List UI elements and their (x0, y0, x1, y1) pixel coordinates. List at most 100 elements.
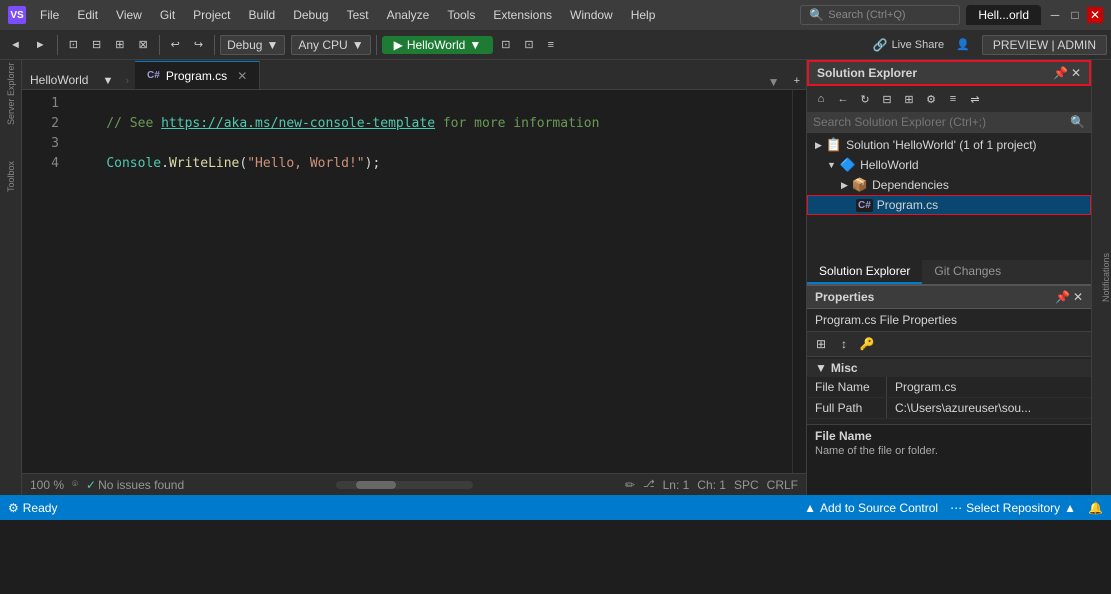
nav-back-button[interactable]: ◄ (4, 37, 27, 53)
live-share-button[interactable]: 🔗 Live Share (873, 38, 945, 52)
prop-key-btn[interactable]: 🔑 (857, 334, 877, 354)
notifications-bar: Notifications (1091, 60, 1111, 495)
notifications-bell-button[interactable]: 🔔 (1088, 501, 1103, 515)
se-close-icon[interactable]: ✕ (1071, 66, 1081, 80)
menu-file[interactable]: File (32, 6, 67, 24)
toolbar-icon-4[interactable]: ⊠ (132, 36, 153, 53)
server-explorer-icon[interactable]: Server Explorer (1, 84, 21, 104)
toolbar-icon-3[interactable]: ⊞ (109, 36, 130, 53)
prop-sort-btn[interactable]: ↕ (834, 334, 854, 354)
toolbar-icon-7[interactable]: ≡ (542, 37, 560, 53)
tree-dependencies[interactable]: ▶ 📦 Dependencies (807, 175, 1091, 195)
tab-git-changes[interactable]: Git Changes (922, 260, 1013, 284)
menu-test[interactable]: Test (339, 6, 377, 24)
menu-analyze[interactable]: Analyze (379, 6, 438, 24)
toolbar-icon-5[interactable]: ⊡ (495, 36, 516, 53)
add-source-control-button[interactable]: ▲ Add to Source Control (804, 501, 938, 515)
menu-project[interactable]: Project (185, 6, 238, 24)
redo-button[interactable]: ↪ (188, 36, 209, 53)
run-button[interactable]: ▶ HelloWorld ▼ (382, 36, 494, 54)
menu-debug[interactable]: Debug (285, 6, 336, 24)
menu-git[interactable]: Git (152, 6, 183, 24)
tree-solution[interactable]: ▶ 📋 Solution 'HelloWorld' (1 of 1 projec… (807, 135, 1091, 155)
toolbar-sep-3 (214, 35, 215, 55)
prop-section-arrow: ▼ (815, 361, 827, 375)
new-tab-button[interactable]: + (788, 73, 806, 89)
config-dropdown[interactable]: Debug ▼ (220, 35, 285, 55)
pencil-icon: ✏ (625, 478, 635, 492)
minimize-button[interactable]: ─ (1047, 7, 1063, 23)
se-search-bar[interactable]: 🔍 (807, 112, 1091, 133)
menu-tools[interactable]: Tools (439, 6, 483, 24)
menu-build[interactable]: Build (241, 6, 284, 24)
se-header-icons: 📌 ✕ (1053, 66, 1081, 80)
platform-dropdown[interactable]: Any CPU ▼ (291, 35, 370, 55)
undo-button[interactable]: ↩ (165, 36, 186, 53)
toolbar-icon-6[interactable]: ⊡ (518, 36, 539, 53)
live-share-label: Live Share (892, 39, 945, 51)
prop-header-icons: 📌 ✕ (1055, 290, 1083, 304)
file-tab-program-cs[interactable]: C# Program.cs ✕ (135, 61, 260, 89)
se-back-btn[interactable]: ← (833, 89, 853, 109)
search-icon: 🔍 (809, 8, 824, 22)
prop-pin-icon[interactable]: 📌 (1055, 290, 1070, 304)
se-filter-btn[interactable]: ⊞ (899, 89, 919, 109)
se-collapse-btn[interactable]: ⊟ (877, 89, 897, 109)
se-sync-btn[interactable]: ⇌ (965, 89, 985, 109)
prop-footer-label: File Name (815, 429, 1083, 443)
project-icon: 🔷 (840, 157, 856, 173)
preview-admin-button[interactable]: PREVIEW | ADMIN (982, 35, 1107, 55)
prop-grid-btn[interactable]: ⊞ (811, 334, 831, 354)
se-header: Solution Explorer 📌 ✕ (807, 60, 1091, 86)
global-search-box[interactable]: 🔍 Search (Ctrl+Q) (800, 5, 960, 25)
menu-edit[interactable]: Edit (69, 6, 106, 24)
se-search-input[interactable] (813, 115, 1066, 129)
se-tree[interactable]: ▶ 📋 Solution 'HelloWorld' (1 of 1 projec… (807, 133, 1091, 260)
editor-scrollbar[interactable] (792, 90, 806, 473)
toolbar-sep-1 (57, 35, 58, 55)
line-num-3: 3 (26, 134, 59, 154)
account-button[interactable]: 👤 (950, 36, 976, 53)
code-line-1-link[interactable]: https://aka.ms/new-console-template (161, 116, 435, 131)
nav-fwd-button[interactable]: ► (29, 37, 52, 53)
project-label: HelloWorld (860, 158, 918, 172)
status-ready[interactable]: ⚙ Ready (8, 501, 57, 515)
se-view-btn[interactable]: ≡ (943, 89, 963, 109)
toolbar-icon-2[interactable]: ⊟ (86, 36, 107, 53)
select-repo-arrow: ▲ (1064, 501, 1076, 515)
se-pin-icon[interactable]: 📌 (1053, 66, 1068, 80)
close-button[interactable]: ✕ (1087, 7, 1103, 23)
code-hello-string: "Hello, World!" (247, 156, 364, 171)
file-tab-dropdown[interactable]: ▼ (764, 75, 784, 89)
live-share-icon: 🔗 (873, 38, 888, 52)
prop-close-icon[interactable]: ✕ (1073, 290, 1083, 304)
bell-icon: 🔔 (1088, 501, 1103, 515)
menu-help[interactable]: Help (623, 6, 664, 24)
menu-extensions[interactable]: Extensions (485, 6, 560, 24)
cursor-col: Ch: 1 (697, 478, 726, 492)
issues-check-icon: ✓ (86, 478, 96, 492)
se-upper: Solution Explorer 📌 ✕ ⌂ ← ↻ ⊟ ⊞ ⚙ ≡ ⇌ (807, 60, 1091, 260)
tab-solution-explorer[interactable]: Solution Explorer (807, 260, 922, 284)
menu-view[interactable]: View (108, 6, 150, 24)
toolbox-icon[interactable]: Toolbox (1, 166, 21, 186)
horizontal-scrollbar[interactable] (336, 481, 472, 489)
file-close-icon[interactable]: ✕ (237, 69, 247, 83)
line-ending: CRLF (767, 478, 798, 492)
tree-program-cs[interactable]: C# Program.cs (807, 195, 1091, 215)
maximize-button[interactable]: □ (1067, 7, 1083, 23)
se-refresh-btn[interactable]: ↻ (855, 89, 875, 109)
solution-icon: 📋 (826, 137, 842, 153)
prop-value-filename: Program.cs (887, 377, 1091, 397)
menu-window[interactable]: Window (562, 6, 621, 24)
code-editor[interactable]: 1 2 3 4 // See https://aka.ms/new-consol… (22, 90, 806, 473)
se-settings-btn[interactable]: ⚙ (921, 89, 941, 109)
project-dropdown[interactable]: ▼ (96, 73, 119, 89)
select-repository-button[interactable]: ⋯ Select Repository ▲ (950, 501, 1076, 515)
tree-project[interactable]: ▼ 🔷 HelloWorld (807, 155, 1091, 175)
code-content[interactable]: // See https://aka.ms/new-console-templa… (67, 90, 792, 473)
se-home-btn[interactable]: ⌂ (811, 89, 831, 109)
toolbar-icon-1[interactable]: ⊡ (63, 36, 84, 53)
search-placeholder: Search (Ctrl+Q) (828, 9, 905, 21)
prop-value-fullpath: C:\Users\azureuser\sou... (887, 398, 1091, 418)
